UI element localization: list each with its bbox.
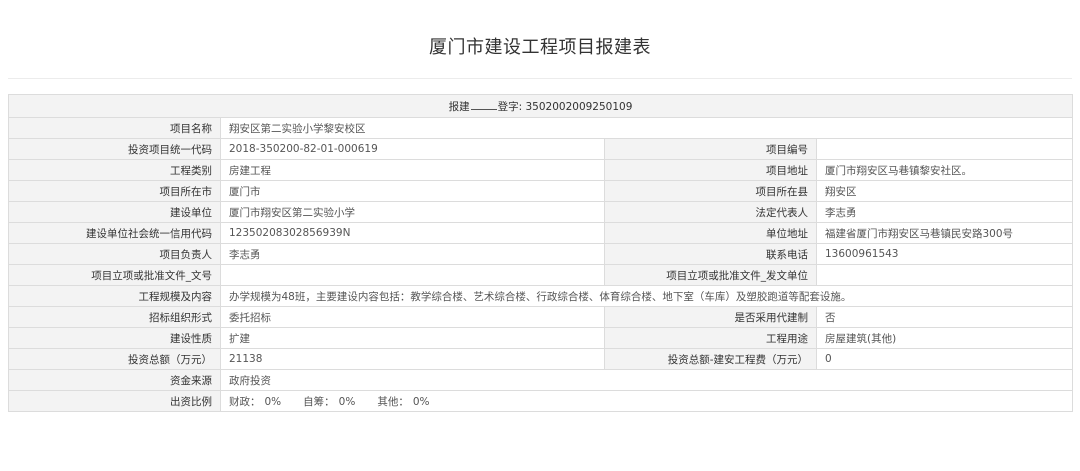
agent-system-label: 是否采用代建制 xyxy=(604,306,817,328)
table-row: 建设单位 厦门市翔安区第二实验小学 法定代表人 李志勇 xyxy=(8,201,1074,223)
scale-content-label: 工程规模及内容 xyxy=(8,285,221,307)
funding-ratio-label: 出资比例 xyxy=(8,390,221,412)
self-funded-value: 0% xyxy=(338,395,356,408)
investment-code-label: 投资项目统一代码 xyxy=(8,138,221,160)
project-category-label: 工程类别 xyxy=(8,159,221,181)
other-value: 0% xyxy=(412,395,430,408)
approval-doc-no-label: 项目立项或批准文件_文号 xyxy=(8,264,221,286)
table-row: 投资总额（万元） 21138 投资总额-建安工程费（万元） 0 xyxy=(8,348,1074,370)
construction-nature-label: 建设性质 xyxy=(8,327,221,349)
table-header-row: 报建 登字: 3502002009250109 xyxy=(7,94,1074,118)
bidding-form-label: 招标组织形式 xyxy=(8,306,221,328)
project-number-label: 项目编号 xyxy=(604,138,817,160)
table-row: 建设性质 扩建 工程用途 房屋建筑(其他) xyxy=(8,327,1074,349)
project-county-value: 翔安区 xyxy=(815,180,1074,202)
approval-doc-no-value xyxy=(220,264,605,286)
table-row: 工程类别 房建工程 项目地址 厦门市翔安区马巷镇黎安社区。 xyxy=(8,159,1074,181)
header-prefix: 报建 xyxy=(448,100,470,113)
fund-source-label: 资金来源 xyxy=(8,369,221,391)
table-row: 项目所在市 厦门市 项目所在县 翔安区 xyxy=(8,180,1074,202)
header-blank-underline xyxy=(470,99,497,110)
construction-unit-label: 建设单位 xyxy=(8,201,221,223)
credit-code-value: 12350208302856939N xyxy=(220,222,605,244)
construction-nature-value: 扩建 xyxy=(220,327,605,349)
construction-unit-value: 厦门市翔安区第二实验小学 xyxy=(220,201,605,223)
project-manager-label: 项目负责人 xyxy=(8,243,221,265)
project-number-value xyxy=(815,138,1074,160)
project-use-label: 工程用途 xyxy=(604,327,817,349)
project-address-value: 厦门市翔安区马巷镇黎安社区。 xyxy=(815,159,1074,181)
total-investment-label: 投资总额（万元） xyxy=(8,348,221,370)
funding-ratio-value: 财政： 0% 自筹： 0% 其他： 0% xyxy=(219,390,1074,412)
table-row: 资金来源 政府投资 xyxy=(8,369,1074,391)
fiscal-label: 财政： xyxy=(229,395,261,408)
total-investment-value: 21138 xyxy=(220,348,605,370)
contact-phone-label: 联系电话 xyxy=(604,243,817,265)
approval-unit-label: 项目立项或批准文件_发文单位 xyxy=(604,264,817,286)
construction-cost-value: 0 xyxy=(815,348,1074,370)
table-row: 项目名称 翔安区第二实验小学黎安校区 xyxy=(8,117,1074,139)
legal-rep-value: 李志勇 xyxy=(815,201,1074,223)
project-registration-table: 报建 登字: 3502002009250109 项目名称 翔安区第二实验小学黎安校… xyxy=(7,94,1074,412)
agent-system-value: 否 xyxy=(815,306,1074,328)
fiscal-value: 0% xyxy=(264,395,282,408)
fund-source-value: 政府投资 xyxy=(219,369,1074,391)
investment-code-value: 2018-350200-82-01-000619 xyxy=(220,138,605,160)
bidding-form-value: 委托招标 xyxy=(220,306,605,328)
other-label: 其他： xyxy=(377,395,409,408)
legal-rep-label: 法定代表人 xyxy=(604,201,817,223)
project-address-label: 项目地址 xyxy=(604,159,817,181)
project-city-label: 项目所在市 xyxy=(8,180,221,202)
unit-address-value: 福建省厦门市翔安区马巷镇民安路300号 xyxy=(815,222,1074,244)
table-row: 项目负责人 李志勇 联系电话 13600961543 xyxy=(8,243,1074,265)
table-row: 出资比例 财政： 0% 自筹： 0% 其他： 0% xyxy=(8,390,1074,412)
project-county-label: 项目所在县 xyxy=(604,180,817,202)
project-name-value: 翔安区第二实验小学黎安校区 xyxy=(219,117,1074,139)
table-row: 投资项目统一代码 2018-350200-82-01-000619 项目编号 xyxy=(8,138,1074,160)
registration-number-cell: 报建 登字: 3502002009250109 xyxy=(7,94,1074,118)
table-row: 建设单位社会统一信用代码 12350208302856939N 单位地址 福建省… xyxy=(8,222,1074,244)
scale-content-value: 办学规模为48班，主要建设内容包括：教学综合楼、艺术综合楼、行政综合楼、体育综合… xyxy=(219,285,1074,307)
contact-phone-value: 13600961543 xyxy=(815,243,1074,265)
project-use-value: 房屋建筑(其他) xyxy=(815,327,1074,349)
page-title: 厦门市建设工程项目报建表 xyxy=(429,37,651,58)
registration-number: 登字: 3502002009250109 xyxy=(497,100,633,113)
credit-code-label: 建设单位社会统一信用代码 xyxy=(8,222,221,244)
project-manager-value: 李志勇 xyxy=(220,243,605,265)
table-row: 项目立项或批准文件_文号 项目立项或批准文件_发文单位 xyxy=(8,264,1074,286)
project-category-value: 房建工程 xyxy=(220,159,605,181)
approval-unit-value xyxy=(815,264,1074,286)
self-funded-label: 自筹： xyxy=(303,395,335,408)
title-divider xyxy=(8,78,1072,79)
table-row: 招标组织形式 委托招标 是否采用代建制 否 xyxy=(8,306,1074,328)
unit-address-label: 单位地址 xyxy=(604,222,817,244)
project-city-value: 厦门市 xyxy=(220,180,605,202)
project-name-label: 项目名称 xyxy=(8,117,221,139)
table-row: 工程规模及内容 办学规模为48班，主要建设内容包括：教学综合楼、艺术综合楼、行政… xyxy=(8,285,1074,307)
construction-cost-label: 投资总额-建安工程费（万元） xyxy=(604,348,817,370)
